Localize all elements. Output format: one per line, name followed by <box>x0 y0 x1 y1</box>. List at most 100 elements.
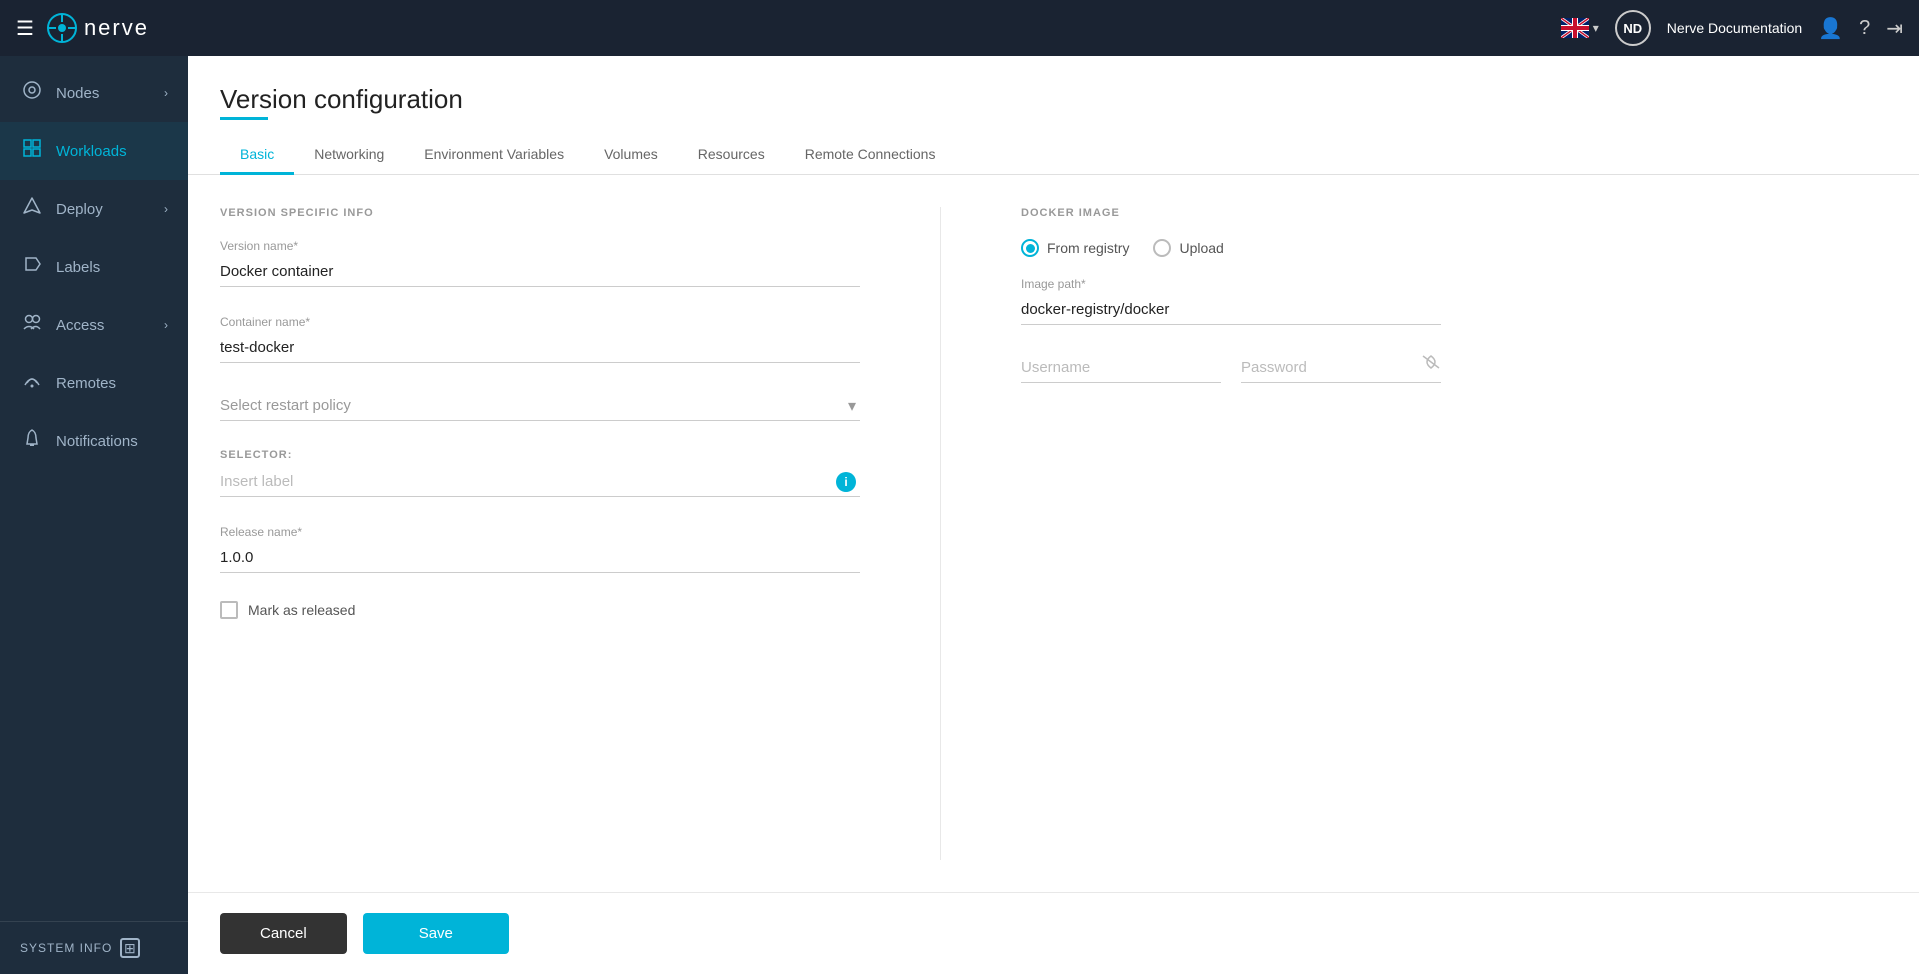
form-right: DOCKER IMAGE From registry Upload Image <box>1021 207 1441 860</box>
flag-icon <box>1561 18 1589 38</box>
selector-group: SELECTOR: i <box>220 449 860 497</box>
save-button[interactable]: Save <box>363 913 509 954</box>
notifications-icon <box>20 428 44 454</box>
tab-resources[interactable]: Resources <box>678 136 785 175</box>
username-group <box>1021 353 1221 383</box>
docker-section-label: DOCKER IMAGE <box>1021 207 1441 219</box>
sidebar-item-label-notifications: Notifications <box>56 433 168 450</box>
sidebar-item-label-workloads: Workloads <box>56 143 168 160</box>
mark-released-label: Mark as released <box>248 602 355 618</box>
tabs-bar: Basic Networking Environment Variables V… <box>220 136 1887 174</box>
form-left: VERSION SPECIFIC INFO Version name* Cont… <box>220 207 860 860</box>
workloads-icon <box>20 138 44 164</box>
main-layout: Nodes › Workloads Deploy › L <box>0 56 1919 974</box>
system-info-icon: ⊞ <box>120 938 140 958</box>
sidebar-item-label-system-info: SYSTEM INFO <box>20 941 112 955</box>
tab-environment-variables[interactable]: Environment Variables <box>404 136 584 175</box>
content-area: Version configuration Basic Networking E… <box>188 56 1919 974</box>
nerve-doc-link[interactable]: Nerve Documentation <box>1667 20 1802 36</box>
topbar-right: ▾ ND Nerve Documentation 👤 ? ⇥ <box>1561 10 1903 46</box>
topbar: ☰ nerve <box>0 0 1919 56</box>
selector-label: SELECTOR: <box>220 449 860 461</box>
menu-icon[interactable]: ☰ <box>16 16 34 41</box>
sidebar-item-nodes[interactable]: Nodes › <box>0 64 188 122</box>
mark-released-checkbox[interactable] <box>220 601 238 619</box>
restart-policy-select[interactable]: Select restart policy Always On failure … <box>220 391 860 421</box>
help-icon[interactable]: ? <box>1859 17 1870 40</box>
tab-remote-connections[interactable]: Remote Connections <box>785 136 956 175</box>
tab-basic[interactable]: Basic <box>220 136 294 175</box>
form-area: VERSION SPECIFIC INFO Version name* Cont… <box>188 175 1919 892</box>
container-name-input[interactable] <box>220 333 860 363</box>
upload-radio-circle[interactable] <box>1153 239 1171 257</box>
topbar-left: ☰ nerve <box>16 12 149 44</box>
mark-released-wrapper[interactable]: Mark as released <box>220 601 860 619</box>
content-header: Version configuration Basic Networking E… <box>188 56 1919 175</box>
tab-networking[interactable]: Networking <box>294 136 404 175</box>
release-name-input[interactable] <box>220 543 860 573</box>
container-name-label: Container name* <box>220 315 860 329</box>
sidebar-item-access[interactable]: Access › <box>0 296 188 354</box>
version-name-label: Version name* <box>220 239 860 253</box>
password-group <box>1241 353 1441 383</box>
sidebar-item-label-labels: Labels <box>56 259 168 276</box>
language-chevron: ▾ <box>1593 21 1599 35</box>
release-name-label: Release name* <box>220 525 860 539</box>
nodes-icon <box>20 80 44 106</box>
registry-radio-circle[interactable] <box>1021 239 1039 257</box>
upload-radio-label: Upload <box>1179 240 1223 256</box>
version-name-input[interactable] <box>220 257 860 287</box>
password-input[interactable] <box>1241 353 1441 383</box>
upload-radio-option[interactable]: Upload <box>1153 239 1223 257</box>
password-visibility-icon[interactable] <box>1421 354 1441 375</box>
deploy-icon <box>20 196 44 222</box>
labels-icon <box>20 254 44 280</box>
nodes-arrow: › <box>164 86 168 100</box>
registry-radio-option[interactable]: From registry <box>1021 239 1129 257</box>
sidebar-item-label-access: Access <box>56 317 152 334</box>
sidebar-item-label-remotes: Remotes <box>56 375 168 392</box>
sidebar-item-notifications[interactable]: Notifications <box>0 412 188 470</box>
footer: Cancel Save <box>188 892 1919 974</box>
release-name-group: Release name* <box>220 525 860 573</box>
username-input[interactable] <box>1021 353 1221 383</box>
container-name-group: Container name* <box>220 315 860 363</box>
access-icon <box>20 312 44 338</box>
image-path-group: Image path* <box>1021 277 1441 325</box>
registry-radio-label: From registry <box>1047 240 1129 256</box>
restart-policy-group: Select restart policy Always On failure … <box>220 391 860 421</box>
remotes-icon <box>20 370 44 396</box>
nerve-logo: nerve <box>46 12 149 44</box>
access-arrow: › <box>164 318 168 332</box>
image-source-radio-group: From registry Upload <box>1021 239 1441 257</box>
profile-icon[interactable]: 👤 <box>1818 16 1843 41</box>
sidebar-item-deploy[interactable]: Deploy › <box>0 180 188 238</box>
info-icon[interactable]: i <box>836 472 856 492</box>
page-title: Version configuration <box>220 84 1887 115</box>
sidebar-item-label-nodes: Nodes <box>56 85 152 102</box>
deploy-arrow: › <box>164 202 168 216</box>
restart-policy-wrapper: Select restart policy Always On failure … <box>220 391 860 421</box>
sidebar-item-label-deploy: Deploy <box>56 201 152 218</box>
title-underline <box>220 117 268 120</box>
user-avatar[interactable]: ND <box>1615 10 1651 46</box>
mark-released-group: Mark as released <box>220 601 860 619</box>
insert-label-input[interactable] <box>220 467 860 497</box>
logout-icon[interactable]: ⇥ <box>1886 16 1903 41</box>
registry-radio-inner <box>1026 244 1035 253</box>
nerve-logo-svg <box>46 12 78 44</box>
image-path-label: Image path* <box>1021 277 1441 291</box>
logo-text: nerve <box>84 15 149 41</box>
form-divider <box>940 207 941 860</box>
language-selector[interactable]: ▾ <box>1561 18 1599 38</box>
tab-volumes[interactable]: Volumes <box>584 136 678 175</box>
cancel-button[interactable]: Cancel <box>220 913 347 954</box>
system-info-button[interactable]: SYSTEM INFO ⊞ <box>20 938 168 958</box>
image-path-input[interactable] <box>1021 295 1441 325</box>
sidebar-item-remotes[interactable]: Remotes <box>0 354 188 412</box>
version-section-label: VERSION SPECIFIC INFO <box>220 207 860 219</box>
sidebar-item-labels[interactable]: Labels <box>0 238 188 296</box>
credentials-row <box>1021 353 1441 411</box>
sidebar-item-workloads[interactable]: Workloads <box>0 122 188 180</box>
sidebar-nav: Nodes › Workloads Deploy › L <box>0 56 188 921</box>
